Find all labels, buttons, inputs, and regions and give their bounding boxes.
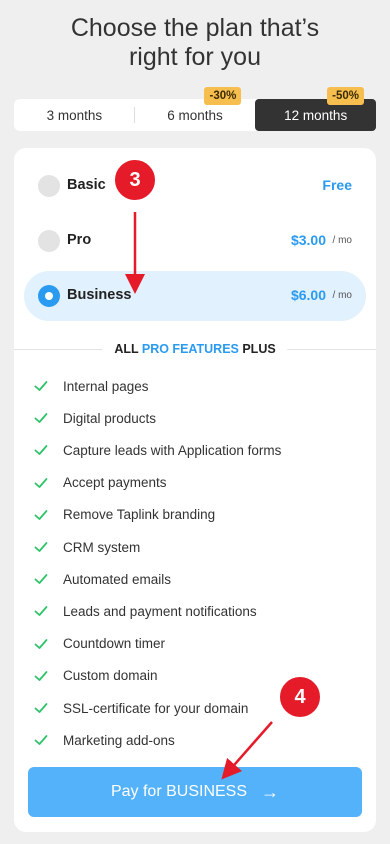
marker-number: 4 xyxy=(294,685,306,708)
page-title: Choose the plan that’s right for you xyxy=(0,14,390,72)
feature-label: Marketing add-ons xyxy=(63,732,175,748)
feature-label: Remove Taplink branding xyxy=(63,507,216,523)
plan-price: $6.00 xyxy=(290,287,326,303)
check-icon xyxy=(34,638,48,649)
title-line-2: right for you xyxy=(128,43,261,71)
plan-option-pro[interactable]: Pro $3.00 / mo xyxy=(24,216,366,266)
radio-icon[interactable] xyxy=(38,230,60,252)
feature-item: Digital products xyxy=(34,408,156,428)
annotation-marker-3: 3 xyxy=(113,158,157,202)
feature-label: Leads and payment notifications xyxy=(63,603,257,619)
period-12-months[interactable]: -50% 12 months xyxy=(255,87,377,131)
plan-price-unit: / mo xyxy=(332,235,352,246)
feature-label: Internal pages xyxy=(63,378,149,394)
feature-item: Marketing add-ons xyxy=(34,730,175,750)
period-label: 3 months xyxy=(46,107,103,123)
feature-label: Automated emails xyxy=(63,571,172,587)
feature-label: Countdown timer xyxy=(63,636,166,652)
check-icon xyxy=(34,477,48,488)
title-line-1: Choose the plan that’s xyxy=(70,14,320,42)
feature-item: SSL-certificate for your domain xyxy=(34,698,248,718)
plan-card: Basic Free Pro $3.00 / mo Business $6.00… xyxy=(14,148,376,832)
feature-item: Leads and payment notifications xyxy=(34,601,257,621)
discount-badge: -30% xyxy=(204,87,242,105)
feature-item: Remove Taplink branding xyxy=(34,505,215,525)
feature-item: Capture leads with Application forms xyxy=(34,440,281,460)
feature-label: Accept payments xyxy=(63,475,167,491)
feature-label: Capture leads with Application forms xyxy=(63,442,282,458)
plan-name: Basic xyxy=(67,177,106,193)
period-label: 6 months xyxy=(167,107,223,123)
plan-name: Business xyxy=(67,287,132,303)
features-header: ALL PRO FEATURES PLUS xyxy=(14,340,376,360)
period-label: 12 months xyxy=(284,107,348,123)
check-icon xyxy=(34,703,48,713)
radio-icon[interactable] xyxy=(38,175,60,197)
period-6-months[interactable]: -30% 6 months xyxy=(135,87,256,131)
period-3-months[interactable]: 3 months xyxy=(14,99,135,131)
marker-number: 3 xyxy=(129,168,141,191)
arrow-right-icon: → xyxy=(261,781,280,802)
check-icon xyxy=(34,574,48,585)
plan-price: $3.00 xyxy=(290,232,326,248)
feature-item: CRM system xyxy=(34,537,140,557)
check-icon xyxy=(34,413,48,424)
features-header-accent: PRO FEATURES xyxy=(141,342,239,356)
feature-item: Accept payments xyxy=(34,473,167,493)
plan-price-unit: / mo xyxy=(332,290,352,301)
plan-name: Pro xyxy=(67,232,92,248)
check-icon xyxy=(34,509,48,520)
check-icon xyxy=(34,542,48,552)
feature-item: Custom domain xyxy=(34,666,158,686)
plan-option-business[interactable]: Business $6.00 / mo xyxy=(24,271,366,321)
billing-period-selector: 3 months -30% 6 months -50% 12 months xyxy=(14,87,377,131)
plan-option-basic[interactable]: Basic Free xyxy=(24,161,366,211)
check-icon xyxy=(34,670,48,681)
check-icon xyxy=(34,445,48,456)
features-header-suffix: PLUS xyxy=(238,342,276,356)
feature-item: Countdown timer xyxy=(34,634,165,654)
features-header-prefix: ALL xyxy=(114,342,142,356)
radio-selected-icon[interactable] xyxy=(38,285,60,307)
check-icon xyxy=(34,735,48,746)
feature-item: Internal pages xyxy=(34,376,149,396)
feature-label: CRM system xyxy=(63,539,141,555)
feature-label: SSL-certificate for your domain xyxy=(63,700,249,716)
plan-price: Free xyxy=(322,177,352,193)
check-icon xyxy=(34,606,48,617)
pay-button[interactable]: Pay for BUSINESS → xyxy=(28,767,362,817)
feature-label: Custom domain xyxy=(63,668,158,684)
annotation-marker-4: 4 xyxy=(278,675,322,719)
features-header-label: ALL PRO FEATURES PLUS xyxy=(102,342,288,356)
pay-button-label: Pay for BUSINESS xyxy=(110,783,248,800)
discount-badge: -50% xyxy=(327,87,365,105)
feature-label: Digital products xyxy=(63,410,157,426)
feature-item: Automated emails xyxy=(34,569,171,589)
check-icon xyxy=(34,381,48,391)
